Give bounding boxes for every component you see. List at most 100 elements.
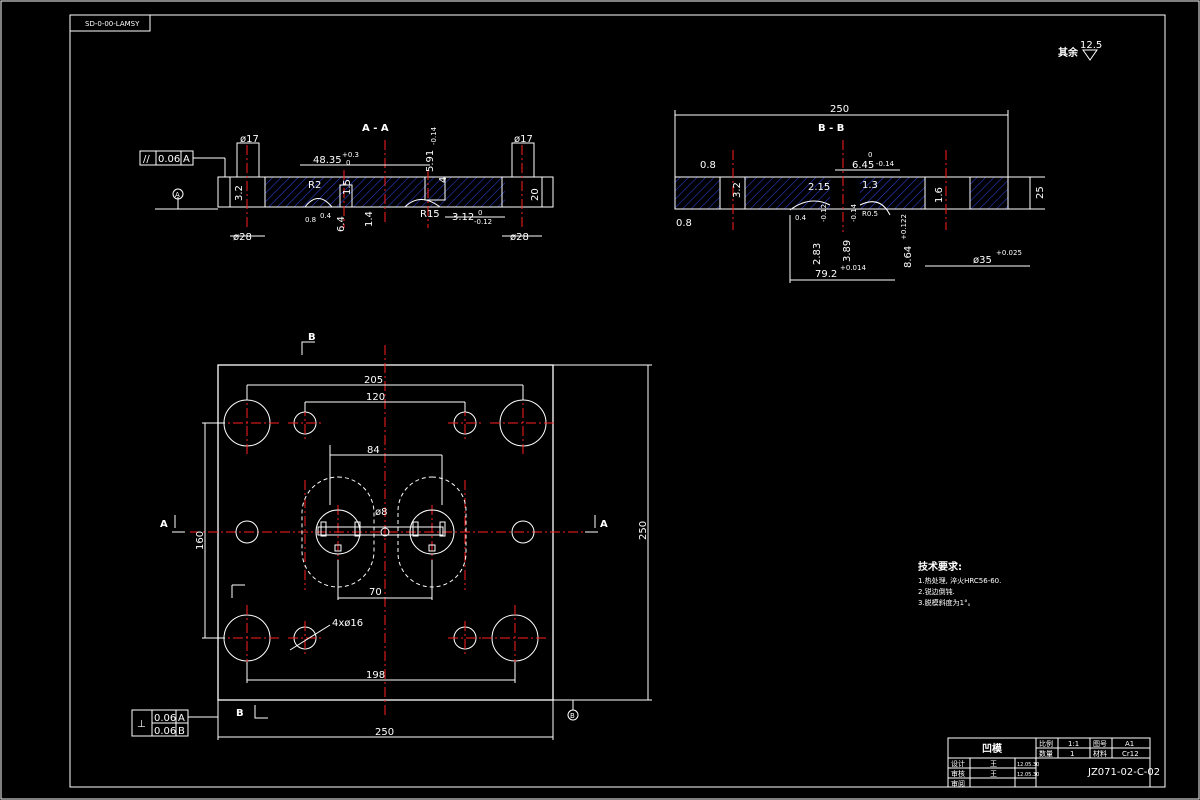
section-aa-title: A - A	[362, 123, 389, 134]
dim-48-35: 48.35	[313, 155, 342, 166]
dim-198: 198	[366, 670, 385, 681]
dim-3-2: 3.2	[234, 185, 245, 201]
dim-1-5: 1.5	[342, 179, 353, 195]
scale-value: 1:1	[1068, 740, 1079, 748]
roughness-note: 其余 12.5	[1058, 40, 1102, 61]
qty-label: 数量	[1039, 749, 1053, 758]
dim-r15: R15	[420, 209, 440, 220]
technical-requirements: 技术要求: 1.热处理, 淬火HRC56-60. 2.锐边倒钝. 3.脱模斜度为…	[918, 560, 1001, 607]
dim-250-v: 250	[638, 521, 649, 540]
dim-79-2-tol: +0.014	[840, 264, 866, 272]
dim-bb-0-4: 0.4	[795, 214, 807, 222]
drawing-code-tag: SD-0-00-LAMSY	[69, 14, 151, 32]
perp-datum-2: B	[178, 726, 185, 737]
plan-view: ø8 205 120 84 70 198 160 250 250 4xø16 B…	[131, 332, 652, 740]
dim-8-64: 8.64	[903, 246, 914, 268]
section-marker-b-bottom: B	[236, 708, 244, 719]
dim-d28-right: ø28	[510, 232, 529, 243]
dim-bb-250: 250	[830, 104, 849, 115]
dim-d35-tol: +0.025	[996, 249, 1022, 257]
material-value: Cr12	[1122, 750, 1139, 758]
dim-5-91-tol: -0.14	[430, 126, 438, 145]
checker-label: 审核	[951, 769, 965, 778]
perp-value-2: 0.06	[154, 726, 176, 737]
perp-value-1: 0.06	[154, 713, 176, 724]
dim-3-12: 3.12	[452, 212, 474, 223]
designer-value: 王	[990, 760, 997, 768]
dim-79-2: 79.2	[815, 269, 837, 280]
parallel-datum: A	[183, 154, 190, 165]
sheet-inner-frame	[69, 14, 1166, 788]
qty-value: 1	[1070, 750, 1074, 758]
dim-6-4: 6.4	[336, 216, 347, 232]
dim-d28-left: ø28	[233, 232, 252, 243]
parallel-value: 0.06	[158, 154, 180, 165]
dim-48-tol-up: +0.3	[342, 151, 359, 159]
dim-0-8a: 0.8	[305, 216, 316, 224]
title-block: 凹模 比例 1:1 数量 1 图号 A1 材料 Cr12 设计 王 12.05.…	[947, 737, 1160, 788]
dim-20: 20	[530, 188, 541, 201]
section-aa-view: A - A A ø17 ø17 ø28 ø28 48.35 +0.3 0 5.9…	[139, 123, 554, 243]
roughness-label: 其余	[1058, 46, 1079, 59]
dim-4xd16: 4xø16	[332, 618, 363, 629]
check-date: 12.05.30	[1017, 772, 1039, 778]
sheet-outer-border	[0, 0, 1200, 800]
dim-d17-right: ø17	[514, 134, 533, 145]
tech-req-item-2: 2.锐边倒钝.	[918, 587, 955, 596]
dim-bb-1-6: 1.6	[934, 187, 945, 203]
dim-4: 4	[438, 177, 449, 183]
perp-symbol-icon: ⊥	[137, 719, 146, 730]
dim-d8: ø8	[375, 507, 387, 518]
designer-label: 设计	[951, 759, 965, 768]
dim-bb-r0-5: R0.5	[862, 210, 878, 218]
dim-0-4: 0.4	[320, 212, 332, 220]
dim-1-4: 1.4	[364, 211, 375, 227]
dim-70: 70	[369, 587, 382, 598]
section-marker-a-right: A	[600, 519, 608, 530]
cad-drawing: SD-0-00-LAMSY 其余 12.5 A - A A ø17 ø17 ø2…	[0, 0, 1200, 800]
material-label: 材料	[1093, 749, 1107, 758]
dim-bb-3-2: 3.2	[732, 182, 743, 198]
roughness-symbol-icon	[1082, 49, 1098, 61]
dim-205: 205	[364, 375, 383, 386]
dim-3-89-tol: -0.14	[850, 203, 858, 222]
section-bb-title: B - B	[818, 123, 844, 134]
perpendicularity-frame: ⊥ 0.06 A 0.06 B	[131, 709, 218, 737]
section-marker-b-top: B	[308, 332, 316, 343]
dim-r2: R2	[308, 180, 321, 191]
tech-req-title: 技术要求:	[918, 560, 962, 573]
dim-5-91: 5.91	[425, 150, 436, 172]
dim-120: 120	[366, 392, 385, 403]
part-name: 凹模	[982, 742, 1003, 755]
drawing-number: JZ071-02-C-02	[1087, 767, 1160, 778]
dim-2-15: 2.15	[808, 182, 830, 193]
datum-a-label: A	[175, 191, 180, 199]
parallel-symbol-icon: //	[143, 154, 150, 165]
dim-d17-left: ø17	[240, 134, 259, 145]
checker-value: 王	[990, 770, 997, 778]
dim-3-12-tol0: 0	[478, 209, 482, 217]
dim-160: 160	[195, 531, 206, 550]
sheet-value: A1	[1125, 740, 1134, 748]
drawing-code-text: SD-0-00-LAMSY	[85, 20, 140, 28]
roughness-value: 12.5	[1080, 40, 1102, 51]
parallelism-frame: // 0.06 A	[139, 150, 226, 177]
scale-label: 比例	[1039, 739, 1053, 748]
section-bb-view: B - B 250 0.8 0.8 3.2 1.6 25 6.45 0 -0.1…	[674, 104, 1046, 283]
dim-2-83: 2.83	[812, 243, 823, 265]
design-date: 12.05.30	[1017, 762, 1039, 768]
dim-48-tol-low: 0	[346, 159, 350, 167]
section-marker-a-left: A	[160, 519, 168, 530]
dim-6-45-tol: -0.14	[876, 160, 895, 168]
dim-bb-0-8b: 0.8	[676, 218, 692, 229]
dim-8-64-tol: +0.122	[900, 214, 908, 240]
dim-2-83-tol: -0.12	[820, 204, 828, 222]
datum-b-label: B	[570, 712, 575, 720]
tech-req-item-3: 3.脱模斜度为1°。	[918, 598, 975, 607]
dim-3-89: 3.89	[842, 240, 853, 262]
approver-label: 审阅	[951, 779, 965, 788]
dim-bb-1-3: 1.3	[862, 180, 878, 191]
dim-bb-0-8: 0.8	[700, 160, 716, 171]
perp-datum-1: A	[178, 713, 185, 724]
tech-req-item-1: 1.热处理, 淬火HRC56-60.	[918, 576, 1001, 585]
